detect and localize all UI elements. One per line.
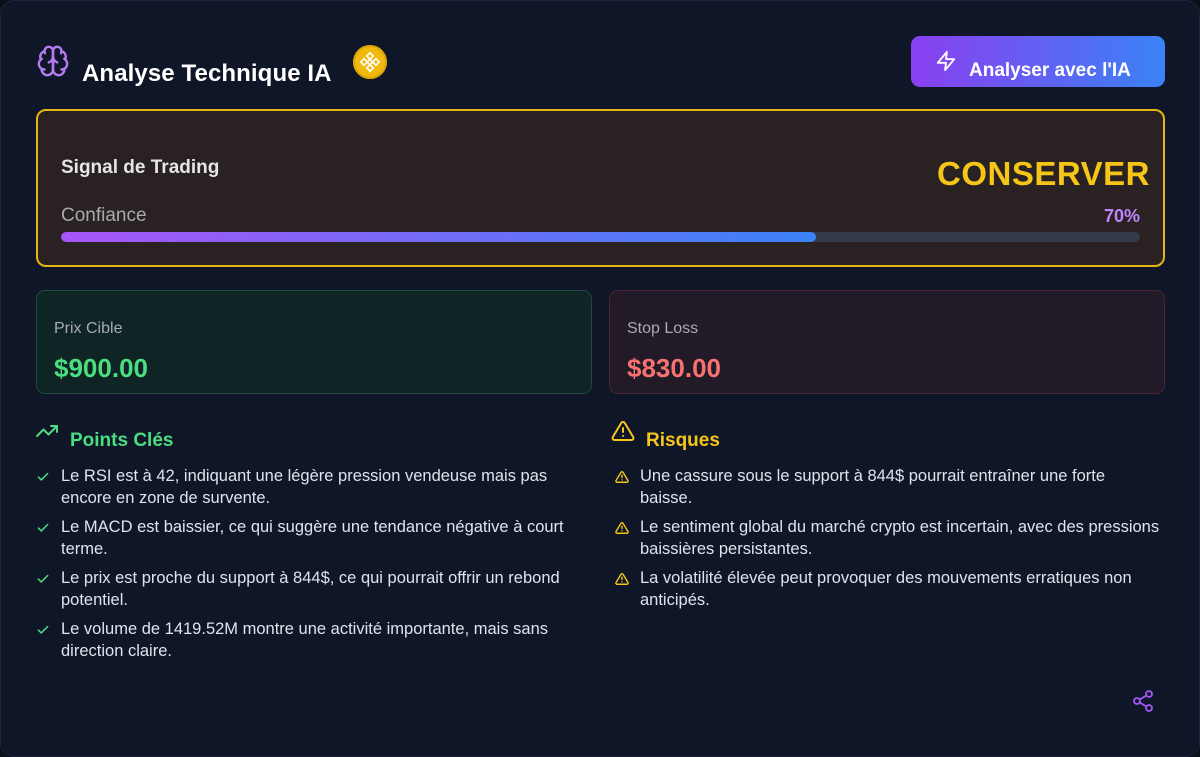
list-item: Une cassure sous le support à 844$ pourr… — [615, 465, 1160, 509]
check-icon — [37, 523, 49, 532]
warning-icon — [615, 471, 629, 483]
target-price-card: Prix Cible $900.00 — [36, 290, 592, 394]
analyze-with-ai-button[interactable]: Analyser avec l'IA — [911, 36, 1165, 87]
confidence-bar — [61, 232, 1140, 242]
trending-up-icon — [36, 425, 58, 437]
brain-icon — [37, 45, 69, 77]
check-icon — [37, 574, 49, 583]
key-point-text: Le MACD est baissier, ce qui suggère une… — [61, 518, 564, 558]
analyze-button-label: Analyser avec l'IA — [969, 60, 1131, 81]
list-item: Le sentiment global du marché crypto est… — [615, 516, 1160, 560]
list-item: Le volume de 1419.52M montre une activit… — [37, 618, 596, 662]
analysis-card: Analyse Technique IA Analyser avec l'IA … — [0, 0, 1200, 757]
confidence-bar-fill — [61, 232, 817, 242]
target-price-value: $900.00 — [54, 353, 148, 383]
list-item: Le RSI est à 42, indiquant une légère pr… — [37, 465, 596, 509]
risk-text: Une cassure sous le support à 844$ pourr… — [640, 467, 1106, 507]
risks-list: Une cassure sous le support à 844$ pourr… — [615, 465, 1160, 618]
share-icon[interactable] — [1131, 689, 1155, 713]
risk-text: La volatilité élevée peut provoquer des … — [640, 569, 1132, 609]
bnb-coin-icon — [353, 45, 387, 79]
trading-signal-panel: Signal de Trading CONSERVER Confiance 70… — [36, 109, 1165, 267]
key-points-list: Le RSI est à 42, indiquant une légère pr… — [37, 465, 596, 669]
risks-title: Risques — [646, 430, 720, 451]
warning-triangle-icon — [611, 420, 635, 441]
signal-value: CONSERVER — [937, 155, 1150, 192]
stop-loss-value: $830.00 — [627, 353, 721, 383]
key-point-text: Le RSI est à 42, indiquant une légère pr… — [61, 467, 548, 507]
confidence-percent: 70% — [1103, 206, 1140, 226]
target-price-label: Prix Cible — [54, 320, 123, 337]
key-point-text: Le prix est proche du support à 844$, ce… — [61, 569, 560, 609]
check-icon — [37, 625, 49, 634]
confidence-label: Confiance — [61, 205, 147, 226]
lightning-icon — [936, 50, 956, 72]
signal-title: Signal de Trading — [61, 157, 220, 178]
list-item: La volatilité élevée peut provoquer des … — [615, 567, 1160, 611]
stop-loss-label: Stop Loss — [627, 320, 699, 337]
risk-text: Le sentiment global du marché crypto est… — [640, 518, 1160, 558]
key-point-text: Le volume de 1419.52M montre une activit… — [61, 620, 549, 660]
list-item: Le prix est proche du support à 844$, ce… — [37, 567, 596, 611]
warning-icon — [615, 573, 629, 585]
page-title: Analyse Technique IA — [82, 60, 332, 87]
stop-loss-card: Stop Loss $830.00 — [609, 290, 1165, 394]
warning-icon — [615, 522, 629, 534]
check-icon — [37, 472, 49, 481]
key-points-title: Points Clés — [70, 430, 174, 451]
list-item: Le MACD est baissier, ce qui suggère une… — [37, 516, 596, 560]
